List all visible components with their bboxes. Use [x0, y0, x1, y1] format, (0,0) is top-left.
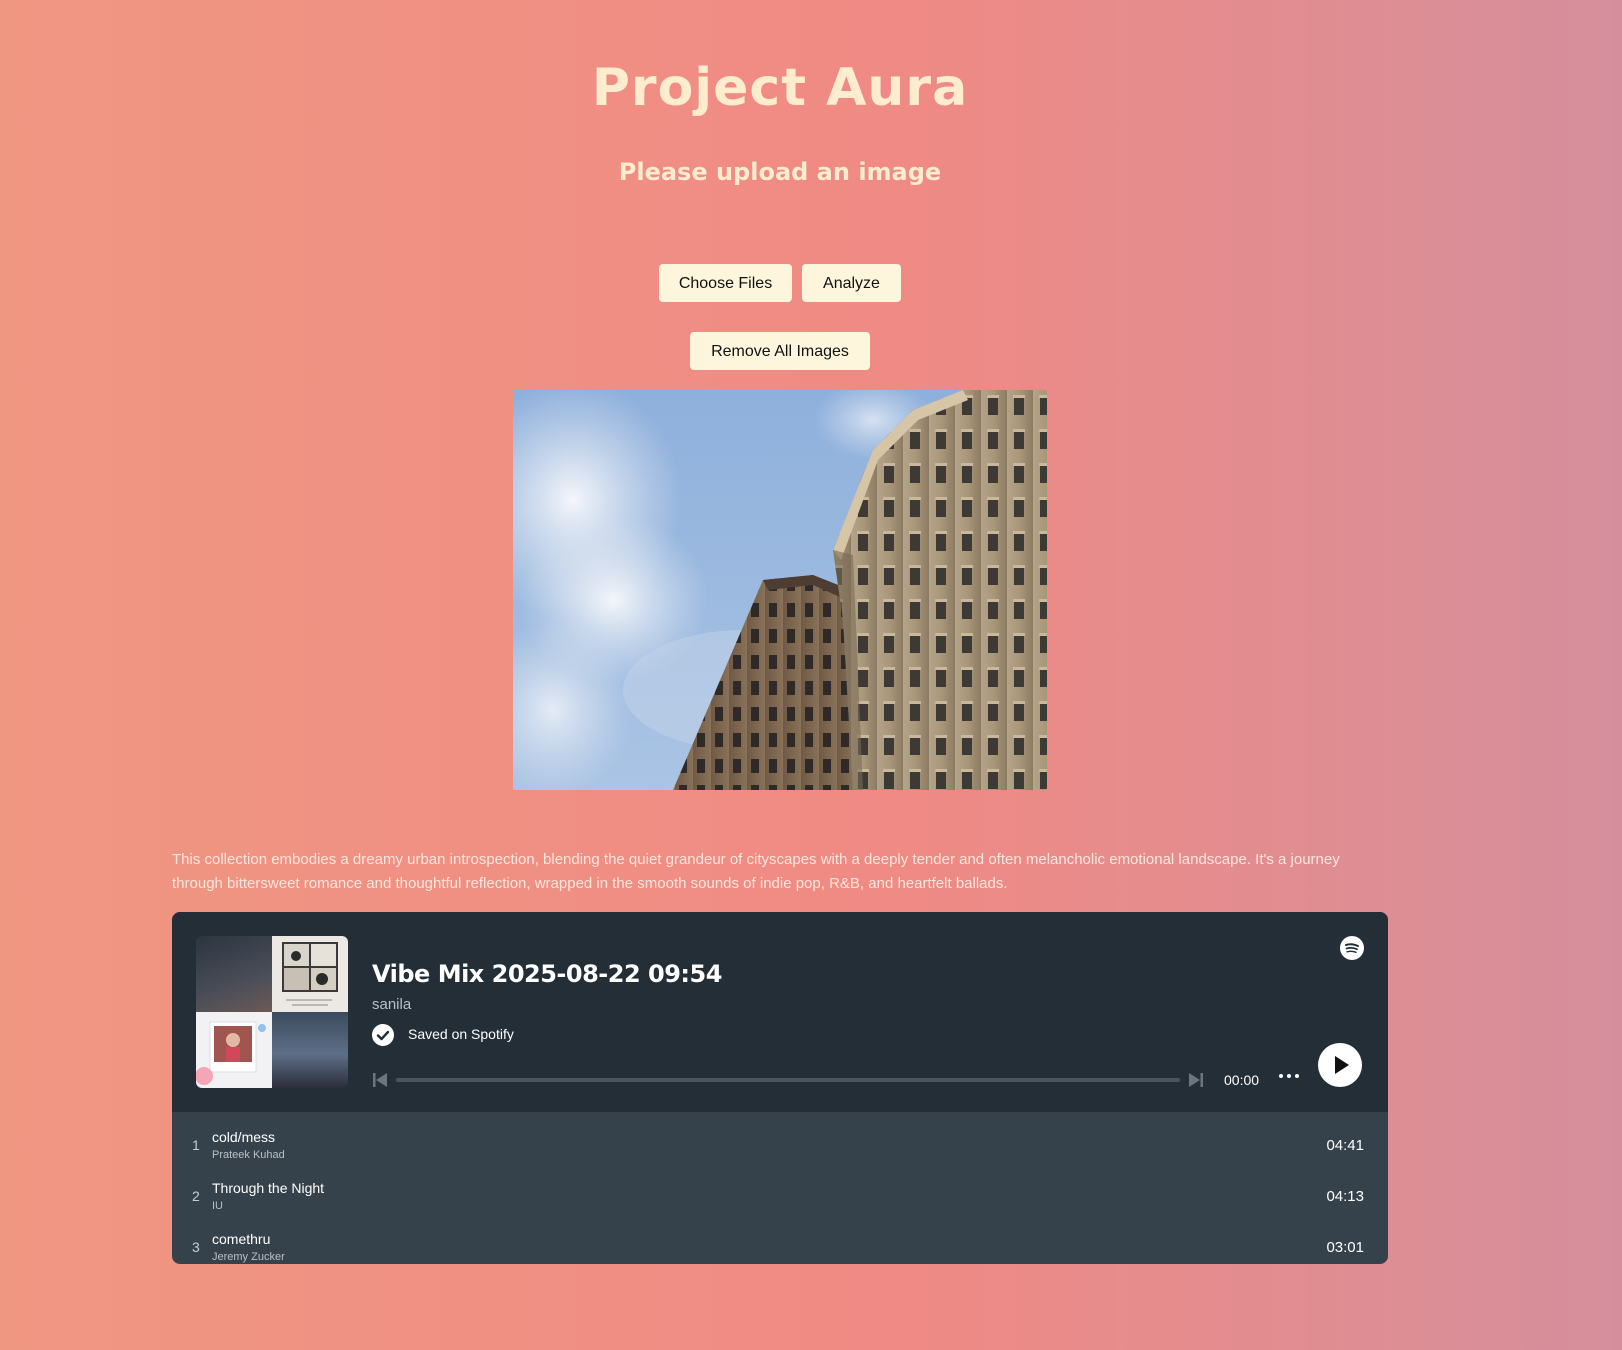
page-subtitle: Please upload an image	[618, 158, 942, 186]
spotify-logo-icon[interactable]	[1340, 936, 1364, 960]
track-row[interactable]: 2 Through the Night IU 04:13	[172, 1170, 1388, 1221]
album-art-1	[196, 936, 272, 1012]
album-art-4	[272, 1012, 348, 1088]
track-artist: Jeremy Zucker	[212, 1251, 285, 1263]
track-row[interactable]: 1 cold/mess Prateek Kuhad 04:41	[172, 1119, 1388, 1170]
playlist-title[interactable]: Vibe Mix 2025-08-22 09:54	[372, 960, 722, 988]
city-buildings-sky-photo	[513, 390, 1047, 790]
spotify-embed-player: Vibe Mix 2025-08-22 09:54 sanila Saved o…	[172, 912, 1388, 1264]
analyze-button[interactable]: Analyze	[802, 264, 901, 302]
track-artist: IU	[212, 1200, 223, 1212]
play-button[interactable]	[1318, 1043, 1362, 1087]
album-art-3	[196, 1012, 272, 1088]
player-header: Vibe Mix 2025-08-22 09:54 sanila Saved o…	[172, 912, 1388, 1112]
track-duration: 04:13	[1326, 1188, 1364, 1205]
skip-next-icon[interactable]	[1188, 1072, 1204, 1088]
track-name: comethru	[212, 1231, 271, 1247]
choose-files-button[interactable]: Choose Files	[659, 264, 792, 302]
track-number: 1	[192, 1137, 200, 1153]
vibe-description: This collection embodies a dreamy urban …	[172, 851, 1340, 892]
track-artist: Prateek Kuhad	[212, 1149, 285, 1161]
uploaded-image	[513, 390, 1047, 790]
saved-on-spotify-label: Saved on Spotify	[408, 1026, 514, 1042]
remove-all-images-button[interactable]: Remove All Images	[690, 332, 870, 370]
playback-progress-bar[interactable]	[396, 1078, 1180, 1082]
track-row[interactable]: 3 comethru Jeremy Zucker 03:01	[172, 1221, 1388, 1264]
skip-previous-icon[interactable]	[372, 1072, 388, 1088]
playlist-cover-mosaic	[196, 936, 348, 1088]
check-circle-icon[interactable]	[372, 1024, 394, 1046]
playback-time: 00:00	[1224, 1072, 1260, 1088]
playlist-owner[interactable]: sanila	[372, 996, 411, 1013]
album-art-2	[272, 936, 348, 1012]
track-number: 2	[192, 1188, 200, 1204]
play-icon	[1335, 1056, 1349, 1074]
track-name: Through the Night	[212, 1180, 325, 1196]
page-title: Project Aura	[591, 58, 969, 118]
track-duration: 03:01	[1326, 1239, 1364, 1256]
more-options-icon[interactable]	[1278, 1072, 1300, 1080]
track-duration: 04:41	[1326, 1137, 1364, 1154]
track-name: cold/mess	[212, 1129, 276, 1145]
track-number: 3	[192, 1239, 200, 1255]
